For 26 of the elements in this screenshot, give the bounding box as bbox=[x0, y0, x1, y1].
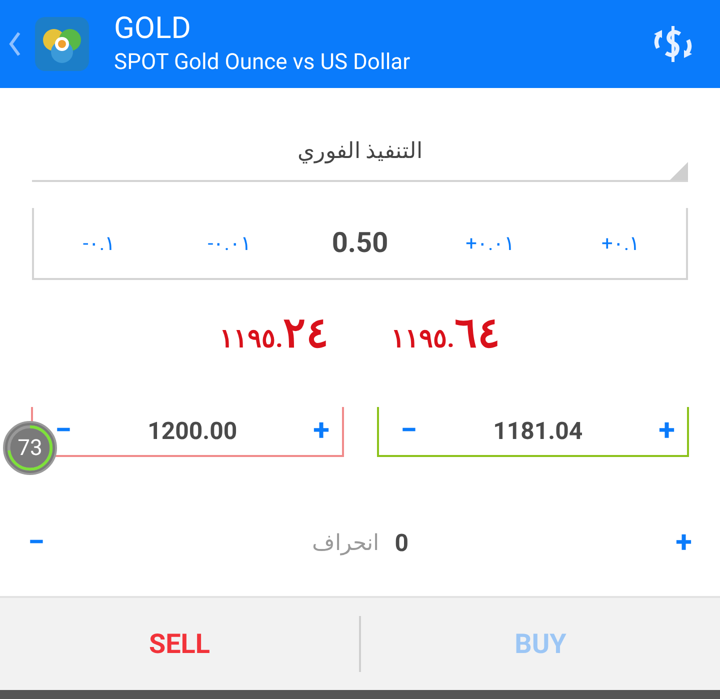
decrease-button[interactable]: − bbox=[28, 528, 45, 558]
price-quote: ١١٩٥.٦٤ bbox=[391, 310, 501, 359]
increase-button[interactable]: + bbox=[676, 528, 692, 558]
volume-step-button[interactable]: -٠.١ bbox=[82, 228, 116, 258]
app-logo-icon bbox=[34, 16, 90, 72]
increase-button[interactable]: + bbox=[658, 416, 675, 446]
symbol-description: SPOT Gold Ounce vs US Dollar bbox=[114, 49, 410, 77]
trade-button[interactable]: SELL bbox=[0, 598, 359, 690]
increase-button[interactable]: + bbox=[313, 416, 330, 446]
price-quote: ١١٩٥.٢٤ bbox=[219, 310, 329, 359]
price-level-field[interactable]: − 1181.04 + bbox=[376, 407, 689, 457]
back-icon[interactable] bbox=[8, 31, 22, 57]
gauge-widget[interactable]: 73 bbox=[3, 421, 57, 475]
volume-step-button[interactable]: +٠.١ bbox=[601, 228, 640, 258]
order-type-dropdown[interactable]: التنفيذ الفوري bbox=[32, 122, 688, 182]
dropdown-corner-icon bbox=[670, 162, 688, 180]
volume-value: 0.50 bbox=[332, 225, 388, 261]
symbol-title: GOLD bbox=[114, 10, 192, 48]
price-level-value: 1181.04 bbox=[493, 416, 583, 447]
deviation-value: 0 bbox=[394, 528, 409, 559]
decrease-button[interactable]: − bbox=[55, 416, 72, 446]
volume-step-button[interactable]: -٠.٠١ bbox=[208, 228, 252, 258]
volume-step-button[interactable]: +٠.٠١ bbox=[466, 228, 516, 258]
decrease-button[interactable]: − bbox=[400, 416, 418, 446]
deviation-label: انحراف bbox=[312, 530, 379, 558]
price-level-value: 1200.00 bbox=[148, 416, 238, 447]
